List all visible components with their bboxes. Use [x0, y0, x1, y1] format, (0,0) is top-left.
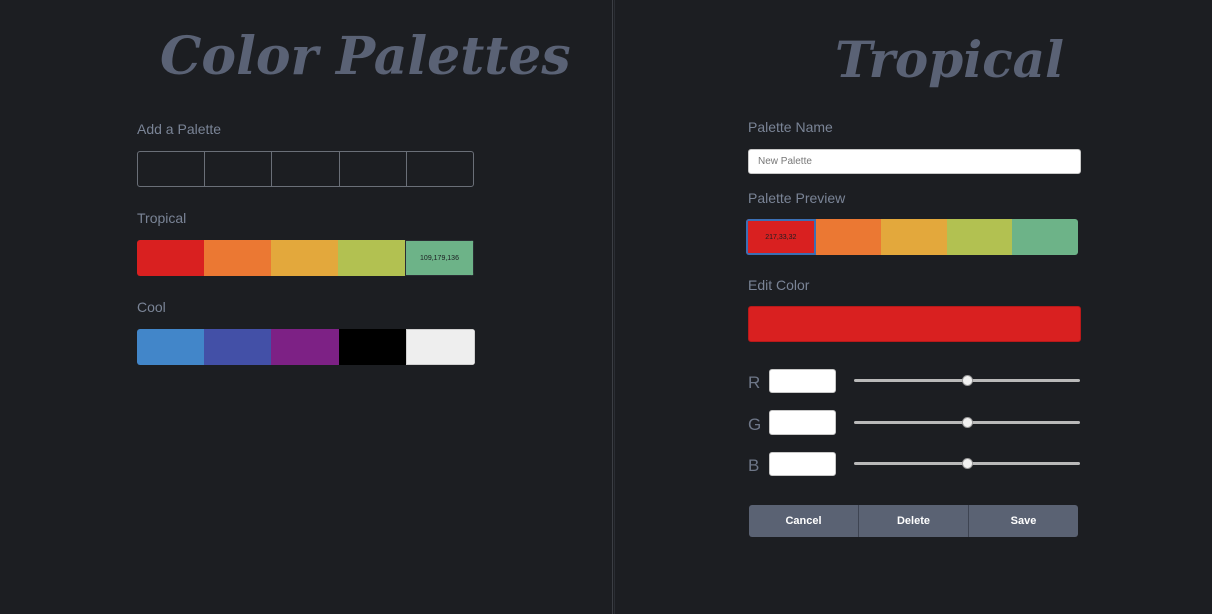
color-swatch[interactable]	[137, 240, 204, 276]
add-palette-label: Add a Palette	[137, 121, 222, 137]
palette-name-label: Palette Name	[748, 119, 833, 135]
green-value-input[interactable]	[769, 410, 836, 435]
edit-color-label: Edit Color	[748, 277, 810, 293]
swatch-rgb-label: 109,179,136	[420, 254, 459, 262]
green-slider[interactable]	[854, 417, 1080, 428]
color-swatch[interactable]	[204, 329, 272, 365]
preview-swatch[interactable]	[881, 219, 947, 255]
color-swatch[interactable]	[204, 240, 271, 276]
cancel-button[interactable]: Cancel	[749, 505, 859, 537]
app: Color Palettes Add a Palette Tropical 10…	[0, 0, 1212, 614]
empty-swatch-slot[interactable]	[138, 152, 206, 186]
palette-cool[interactable]	[137, 329, 475, 365]
color-swatch-hovered[interactable]: 109,179,136	[405, 240, 474, 276]
palette-name-tropical[interactable]: Tropical	[137, 210, 186, 226]
palettes-panel: Color Palettes Add a Palette Tropical 10…	[0, 0, 613, 614]
red-slider-thumb[interactable]	[962, 375, 973, 386]
add-palette-slots[interactable]	[137, 151, 474, 187]
red-channel-label: R	[748, 373, 761, 392]
preview-swatch[interactable]	[946, 219, 1013, 255]
swatch-rgb-label: 217,33,32	[765, 233, 797, 241]
green-channel-label: G	[748, 415, 762, 434]
palette-name-cool[interactable]: Cool	[137, 299, 166, 315]
save-button[interactable]: Save	[969, 505, 1078, 537]
editor-panel: Tropical Palette Name Palette Preview 21…	[614, 0, 1212, 614]
palette-preview-label: Palette Preview	[748, 190, 846, 206]
color-swatch[interactable]	[405, 329, 475, 365]
empty-swatch-slot[interactable]	[340, 152, 407, 186]
color-swatch[interactable]	[338, 240, 405, 276]
blue-slider-thumb[interactable]	[962, 458, 973, 469]
editor-actions: Cancel Delete Save	[749, 505, 1078, 537]
red-slider[interactable]	[854, 375, 1080, 386]
preview-swatch[interactable]	[1012, 219, 1078, 255]
empty-swatch-slot[interactable]	[205, 152, 273, 186]
editor-title: Tropical	[835, 30, 1065, 89]
color-swatch[interactable]	[137, 329, 205, 365]
green-slider-thumb[interactable]	[962, 417, 973, 428]
empty-swatch-slot[interactable]	[407, 152, 473, 186]
preview-swatch-selected[interactable]: 217,33,32	[746, 219, 816, 255]
empty-swatch-slot[interactable]	[272, 152, 340, 186]
blue-value-input[interactable]	[769, 452, 836, 476]
color-swatch[interactable]	[271, 240, 338, 276]
red-value-input[interactable]	[769, 369, 836, 393]
preview-swatch[interactable]	[815, 219, 882, 255]
blue-channel-label: B	[748, 456, 760, 475]
color-swatch[interactable]	[338, 329, 406, 365]
page-title: Color Palettes	[160, 26, 571, 87]
edit-color-preview	[748, 306, 1081, 342]
delete-button[interactable]: Delete	[859, 505, 969, 537]
blue-slider[interactable]	[854, 458, 1080, 469]
palette-name-input[interactable]	[748, 149, 1081, 174]
palette-preview[interactable]: 217,33,32	[746, 219, 1078, 255]
color-swatch[interactable]	[271, 329, 339, 365]
palette-tropical[interactable]: 109,179,136	[137, 240, 474, 276]
